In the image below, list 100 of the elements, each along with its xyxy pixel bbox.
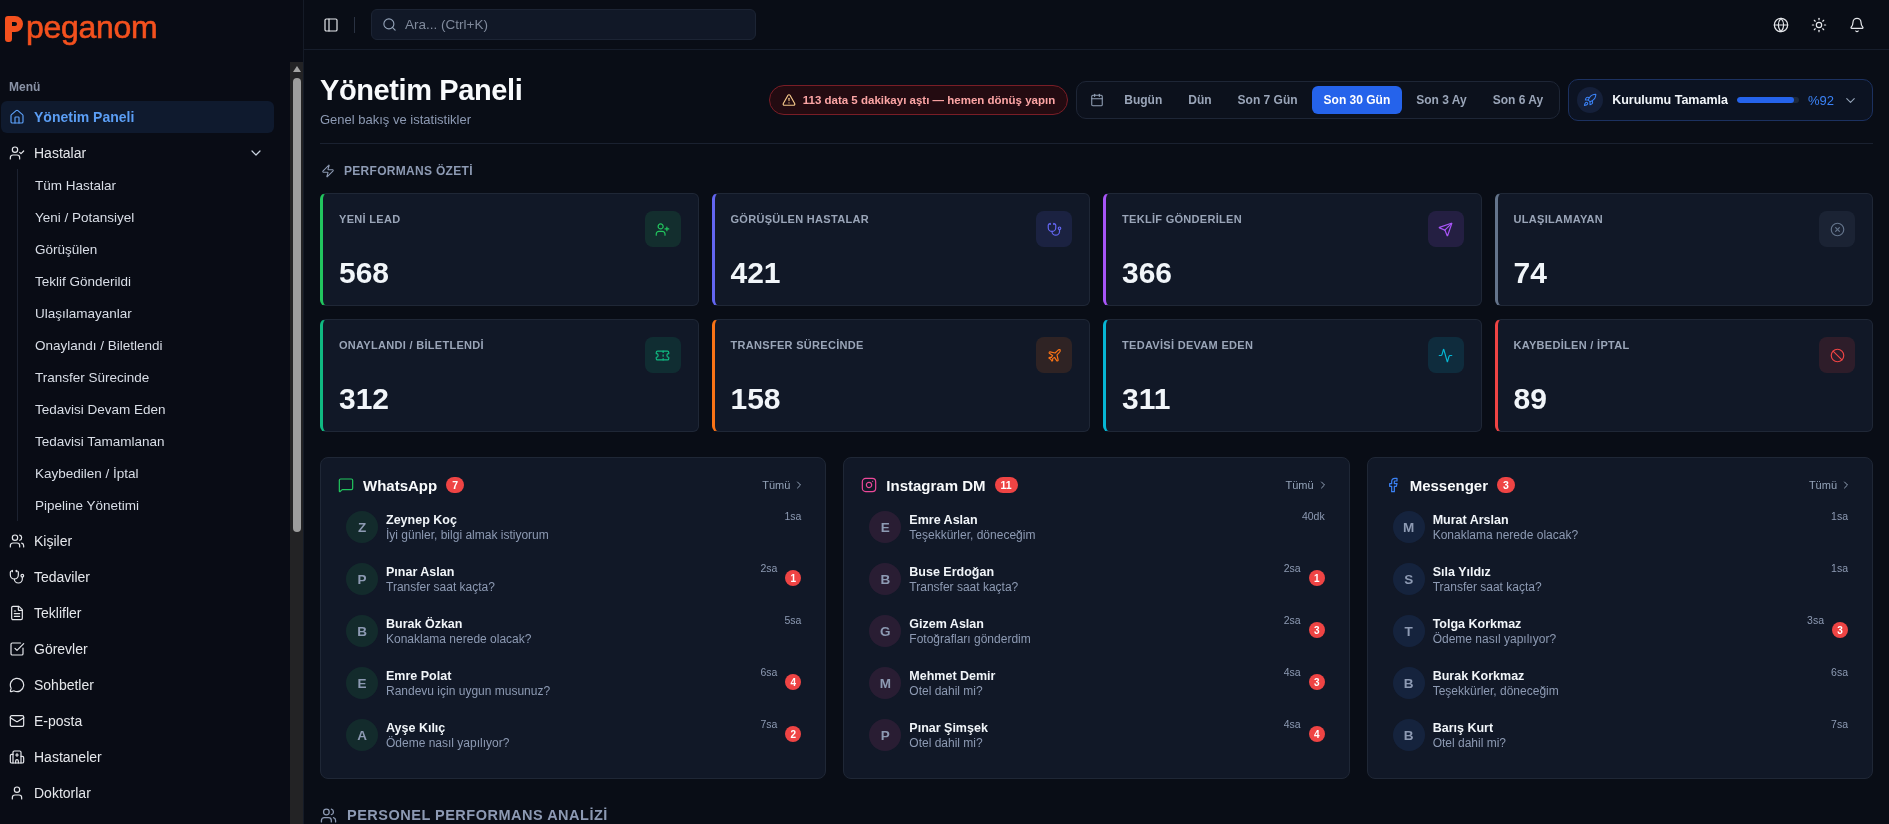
house-icon [9, 109, 25, 125]
stat-label: GÖRÜŞÜLEN HASTALAR [730, 212, 869, 226]
stat-label: ONAYLANDI / BİLETLENDİ [339, 338, 484, 352]
message-preview: Transfer saat kaçta? [386, 579, 496, 595]
date-range-button[interactable]: Son 7 Gün [1225, 86, 1310, 114]
sidebar-subitem[interactable]: Transfer Sürecinde [18, 361, 274, 393]
view-all-link[interactable]: Tümü [1808, 479, 1852, 491]
contact-name[interactable]: Mehmet Demir [909, 667, 1276, 684]
contact-name[interactable]: Buse Erdoğan [909, 563, 1276, 580]
p-mark-icon [5, 16, 23, 42]
sidebar-item[interactable]: Görevler [1, 633, 274, 665]
sidebar-subitem[interactable]: Tedavisi Devam Eden [18, 393, 274, 425]
chat-bubble-icon [9, 677, 25, 693]
sidebar-item[interactable]: Hastaneler [1, 741, 274, 773]
message-time: 1sa [784, 510, 802, 523]
message-time: 4sa [1283, 666, 1301, 679]
scroll-up-arrow-icon[interactable] [293, 66, 301, 72]
stat-value: 568 [339, 255, 391, 291]
sidebar-item[interactable]: Doktorlar [1, 777, 274, 809]
sidebar-subitem[interactable]: Onaylandı / Biletlendi [18, 329, 274, 361]
avatar: B [1392, 667, 1425, 699]
message-time: 6sa [1831, 666, 1848, 679]
setup-widget[interactable]: Kurulumu Tamamla %92 [1568, 79, 1873, 121]
sun-icon[interactable] [1811, 16, 1827, 33]
message-preview: Konaklama nerede olacak? [386, 631, 533, 647]
message-time: 2sa [760, 562, 778, 575]
sidebar-item[interactable]: Teklifler [1, 597, 274, 629]
message-time: 5sa [784, 614, 802, 627]
sidebar-toggle-icon[interactable] [323, 16, 339, 33]
stat-label: TRANSFER SÜRECİNDE [730, 338, 864, 352]
date-range-button[interactable]: Son 3 Ay [1404, 86, 1479, 114]
sidebar-item[interactable]: Tedaviler [1, 561, 274, 593]
contact-name[interactable]: Emre Polat [386, 667, 753, 684]
contact-name[interactable]: Zeynep Koç [386, 511, 777, 528]
count-badge: 11 [994, 477, 1018, 493]
sidebar-subitem[interactable]: Ulaşılamayanlar [18, 297, 274, 329]
sidebar-subitem[interactable]: Teklif Gönderildi [18, 265, 274, 297]
progress-reading: %92 [1807, 92, 1834, 108]
contact-name[interactable]: Gizem Aslan [909, 615, 1276, 632]
logo-text: peganom [26, 11, 158, 43]
contact-name[interactable]: Ayşe Kılıç [386, 719, 753, 736]
message-preview: Ödeme nasıl yapılıyor? [1432, 631, 1558, 647]
message-preview: Otel dahil mi? [909, 683, 984, 699]
date-range-button[interactable]: Dün [1176, 86, 1224, 114]
sidebar-item[interactable]: Kişiler [1, 525, 274, 557]
sidebar-subitem[interactable]: Görüşülen [18, 233, 274, 265]
message-time: 2sa [1283, 614, 1301, 627]
contact-name[interactable]: Pınar Aslan [386, 563, 753, 580]
lightning-icon [321, 164, 335, 178]
sidebar-item[interactable]: E-posta [1, 705, 274, 737]
contact-name[interactable]: Tolga Korkmaz [1432, 615, 1800, 632]
notification-bell-icon[interactable] [1849, 16, 1865, 33]
message-preview: Randevu için uygun musunuz? [386, 683, 552, 699]
contact-name[interactable]: Pınar Şimşek [909, 719, 1276, 736]
unread-badge: 2 [785, 726, 802, 742]
message-time: 1sa [1831, 510, 1848, 523]
message-preview: Konaklama nerede olacak? [1432, 527, 1580, 543]
sidebar-subitem[interactable]: Kaybedilen / İptal [18, 457, 274, 489]
alert-banner[interactable]: 113 data 5 dakikayı aştı — hemen dönüş yapın [768, 85, 1069, 115]
contact-name[interactable]: Sıla Yıldız [1432, 563, 1824, 580]
document-icon [9, 605, 25, 621]
rocket-icon [1577, 87, 1604, 113]
hospital-icon [9, 749, 25, 765]
sidebar-item[interactable]: Sohbetler [1, 669, 274, 701]
contact-name[interactable]: Burak Özkan [386, 615, 777, 632]
avatar: Z [346, 511, 378, 543]
stat-label: ULAŞILAMAYAN [1513, 212, 1604, 226]
avatar: T [1392, 615, 1425, 647]
avatar: P [869, 719, 902, 751]
user-check-icon [9, 145, 25, 161]
sidebar-subitem[interactable]: Tedavisi Tamamlanan [18, 425, 274, 457]
envelope-icon [9, 713, 25, 729]
sidebar-subitem[interactable]: Yeni / Potansiyel [18, 201, 274, 233]
contact-name[interactable]: Emre Aslan [909, 511, 1294, 528]
page-title: Yönetim Paneli [320, 73, 524, 108]
message-time: 7sa [760, 718, 778, 731]
unread-badge: 1 [1308, 570, 1325, 586]
stat-value: 312 [339, 381, 391, 417]
view-all-link[interactable]: Tümü [1285, 479, 1329, 491]
sidebar-subitem[interactable]: Tüm Hastalar [18, 169, 274, 201]
message-time: 1sa [1831, 562, 1848, 575]
channel-title: Messenger [1409, 476, 1489, 494]
contact-name[interactable]: Murat Arslan [1432, 511, 1824, 528]
avatar: B [869, 563, 902, 595]
globe-icon[interactable] [1773, 16, 1789, 33]
scrollbar-thumb[interactable] [293, 78, 301, 532]
sidebar-item[interactable]: Yönetim Paneli [1, 101, 274, 133]
sidebar-item[interactable]: Hastalar [1, 137, 274, 169]
stat-label: KAYBEDİLEN / İPTAL [1513, 338, 1630, 352]
date-range-button[interactable]: Son 30 Gün [1311, 86, 1403, 114]
contact-name[interactable]: Barış Kurt [1432, 719, 1824, 736]
avatar: B [1392, 719, 1425, 751]
date-range-button[interactable]: Bugün [1112, 86, 1175, 114]
contact-name[interactable]: Burak Korkmaz [1432, 667, 1824, 684]
search-field[interactable]: Ara... (Ctrl+K) [371, 9, 756, 40]
sidebar-subitem[interactable]: Pipeline Yönetimi [18, 489, 274, 521]
channel-title: Instagram DM [886, 476, 986, 494]
avatar: E [346, 667, 378, 699]
view-all-link[interactable]: Tümü [762, 479, 806, 491]
date-range-button[interactable]: Son 6 Ay [1480, 86, 1556, 114]
